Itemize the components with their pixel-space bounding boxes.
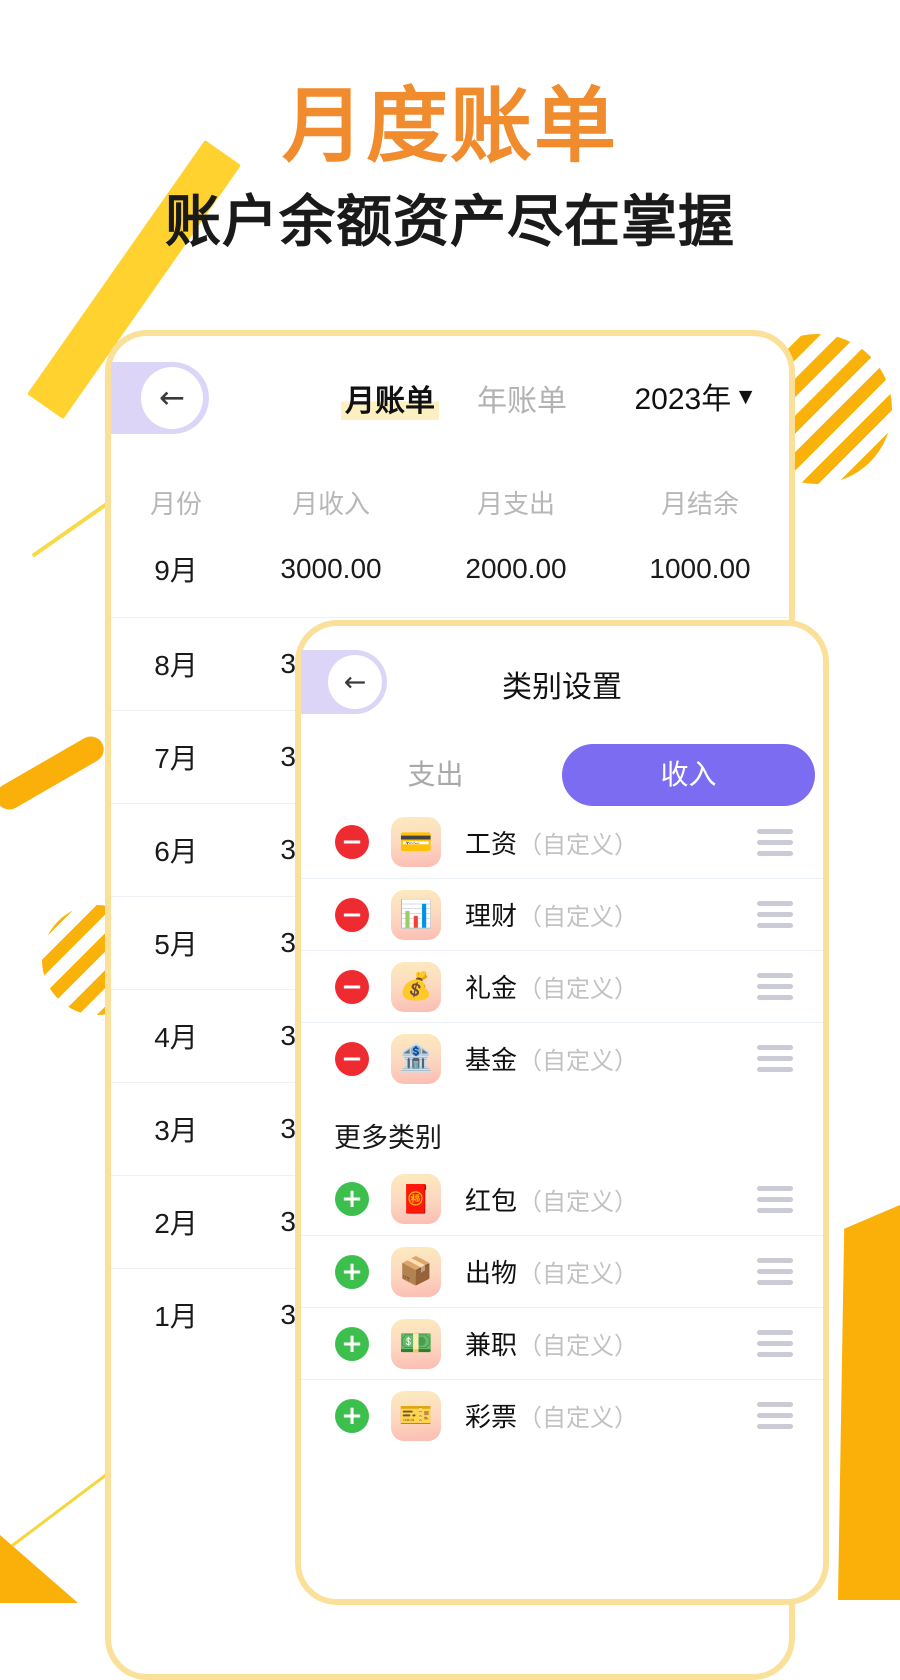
category-custom-tag: （自定义） — [518, 969, 638, 1004]
list-item[interactable]: −💰 礼金（自定义） — [301, 950, 823, 1022]
category-name: 出物 — [465, 1253, 517, 1290]
back-arrow-icon: ← — [141, 367, 203, 429]
package-icon: 📦 — [391, 1247, 441, 1297]
category-custom-tag: （自定义） — [518, 897, 638, 932]
more-category-list: +🧧红包（自定义）+📦出物（自定义）+💵兼职（自定义）+🎫彩票（自定义） — [301, 1163, 823, 1451]
category-name: 彩票 — [465, 1397, 517, 1434]
bill-navigation-bar: ← 月账单 年账单 2023年 ▼ — [111, 336, 789, 444]
money-bag-icon: 💰 — [391, 962, 441, 1012]
drag-handle-icon[interactable] — [757, 1402, 793, 1429]
remove-category-icon[interactable]: − — [335, 1042, 369, 1076]
tab-monthly-bill[interactable]: 月账单 — [341, 376, 439, 420]
year-selector-label: 2023年 — [634, 374, 731, 418]
bill-back-button[interactable]: ← — [111, 362, 209, 434]
category-name: 基金 — [465, 1040, 517, 1077]
year-selector[interactable]: 2023年 ▼ — [634, 374, 757, 418]
orange-triangle-bottom-left — [0, 1535, 78, 1603]
category-type-segmented-control: 支出 收入 — [301, 744, 823, 806]
segment-income[interactable]: 收入 — [562, 744, 815, 806]
category-name: 礼金 — [465, 968, 517, 1005]
more-categories-label: 更多类别 — [301, 1094, 823, 1163]
add-category-icon[interactable]: + — [335, 1327, 369, 1361]
remove-category-icon[interactable]: − — [335, 898, 369, 932]
drag-handle-icon[interactable] — [757, 1186, 793, 1213]
category-custom-tag: （自定义） — [518, 1326, 638, 1361]
cell-month: 5月 — [111, 923, 241, 963]
list-item[interactable]: + 🧧 红包（自定义） — [301, 1163, 823, 1235]
drag-handle-icon[interactable] — [757, 1258, 793, 1285]
category-custom-tag: （自定义） — [518, 825, 638, 860]
selected-category-list: −💳工资（自定义）−📊理财（自定义）−💰礼金（自定义）−🏦基金（自定义） — [301, 806, 823, 1094]
page-subtitle: 账户余额资产尽在掌握 — [0, 195, 900, 251]
segment-expense[interactable]: 支出 — [309, 744, 562, 806]
drag-handle-icon[interactable] — [757, 1330, 793, 1357]
drag-handle-icon[interactable] — [757, 901, 793, 928]
orange-block-bottom-right — [838, 1205, 900, 1600]
category-custom-tag: （自定义） — [518, 1041, 638, 1076]
page-title: 月度账单 — [0, 86, 900, 168]
cell-income: 3000.00 — [241, 553, 421, 585]
cell-month: 9月 — [111, 549, 241, 589]
bank-icon: 🏦 — [391, 1034, 441, 1084]
thin-diagonal-line-bottom-left — [3, 1470, 113, 1554]
add-category-icon[interactable]: + — [335, 1182, 369, 1216]
column-header-expense: 月支出 — [421, 484, 611, 521]
chevron-down-icon: ▼ — [734, 385, 757, 408]
list-item[interactable]: −🏦 基金（自定义） — [301, 1022, 823, 1094]
drag-handle-icon[interactable] — [757, 829, 793, 856]
thick-diagonal-bar-left — [0, 732, 108, 815]
remove-category-icon[interactable]: − — [335, 825, 369, 859]
column-header-balance: 月结余 — [611, 484, 789, 521]
table-row[interactable]: 9月3000.002000.001000.00 — [111, 521, 789, 617]
cell-balance: 1000.00 — [611, 553, 789, 585]
bill-table-header: 月份 月收入 月支出 月结余 — [111, 444, 789, 521]
list-item[interactable]: + 💵 兼职（自定义） — [301, 1307, 823, 1379]
column-header-month: 月份 — [111, 484, 241, 521]
list-item[interactable]: −📊 理财（自定义） — [301, 878, 823, 950]
drag-handle-icon[interactable] — [757, 973, 793, 1000]
list-item[interactable]: + 📦 出物（自定义） — [301, 1235, 823, 1307]
cell-expense: 2000.00 — [421, 553, 611, 585]
remove-category-icon[interactable]: − — [335, 970, 369, 1004]
cell-month: 1月 — [111, 1295, 241, 1335]
category-settings-card: ← 类别设置 支出 收入 −💳工资（自定义）−📊理财（自定义）−💰礼金（自定义）… — [295, 620, 829, 1605]
category-name: 工资 — [465, 824, 517, 861]
cell-month: 4月 — [111, 1016, 241, 1056]
list-item[interactable]: −💳 工资（自定义） — [301, 806, 823, 878]
tab-yearly-bill[interactable]: 年账单 — [477, 376, 567, 420]
list-item[interactable]: + 🎫 彩票（自定义） — [301, 1379, 823, 1451]
credit-card-icon: 💳 — [391, 817, 441, 867]
category-name: 红包 — [465, 1181, 517, 1218]
red-envelope-icon: 🧧 — [391, 1174, 441, 1224]
ticket-icon: 🎫 — [391, 1391, 441, 1441]
cell-month: 3月 — [111, 1109, 241, 1149]
category-custom-tag: （自定义） — [518, 1398, 638, 1433]
cell-month: 8月 — [111, 644, 241, 684]
cell-month: 7月 — [111, 737, 241, 777]
cell-month: 2月 — [111, 1202, 241, 1242]
column-header-income: 月收入 — [241, 484, 421, 521]
add-category-icon[interactable]: + — [335, 1399, 369, 1433]
category-name: 兼职 — [465, 1325, 517, 1362]
cell-month: 6月 — [111, 830, 241, 870]
banknote-icon: 💵 — [391, 1319, 441, 1369]
category-navigation-bar: ← 类别设置 — [301, 626, 823, 730]
category-custom-tag: （自定义） — [518, 1182, 638, 1217]
bar-chart-icon: 📊 — [391, 890, 441, 940]
add-category-icon[interactable]: + — [335, 1255, 369, 1289]
bill-tabs: 月账单 年账单 — [341, 376, 567, 420]
drag-handle-icon[interactable] — [757, 1045, 793, 1072]
category-custom-tag: （自定义） — [518, 1254, 638, 1289]
category-name: 理财 — [465, 896, 517, 933]
category-page-title: 类别设置 — [301, 662, 823, 706]
